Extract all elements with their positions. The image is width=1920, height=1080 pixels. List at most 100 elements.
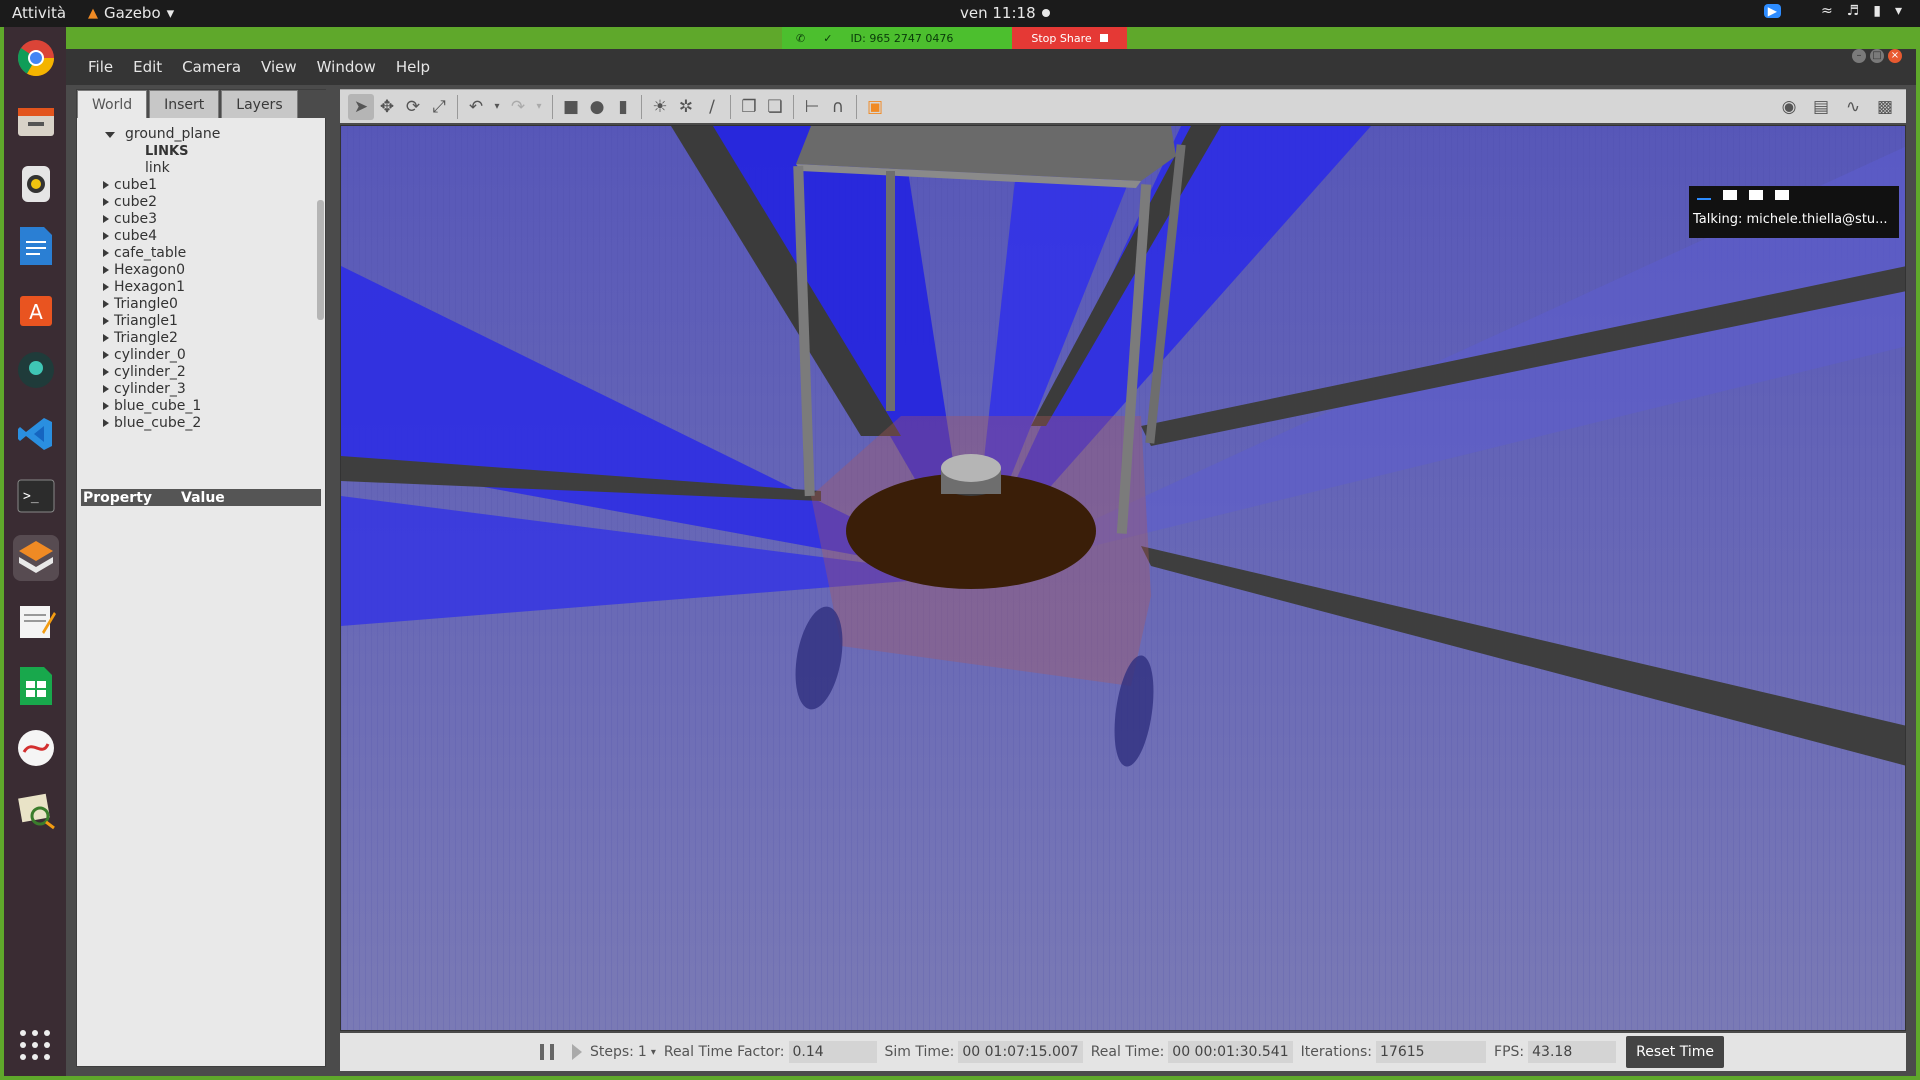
tree-item-model[interactable]: cube1 bbox=[77, 177, 317, 194]
activities-button[interactable]: Attività bbox=[12, 4, 66, 22]
tree-item-model[interactable]: cylinder_3 bbox=[77, 381, 317, 398]
align-icon[interactable]: ⊢ bbox=[799, 94, 825, 120]
panel-splitter[interactable] bbox=[332, 89, 338, 1067]
chrome-icon[interactable] bbox=[13, 35, 59, 81]
tree-item-model[interactable]: cafe_table bbox=[77, 245, 317, 262]
tab-insert[interactable]: Insert bbox=[149, 90, 220, 118]
writer-icon[interactable] bbox=[13, 223, 59, 269]
expand-arrow-icon[interactable] bbox=[103, 402, 109, 410]
text-editor-icon[interactable] bbox=[13, 599, 59, 645]
maximize-icon[interactable]: □ bbox=[1870, 49, 1884, 63]
expand-arrow-icon[interactable] bbox=[103, 351, 109, 359]
tree-item-model[interactable]: Hexagon1 bbox=[77, 279, 317, 296]
image-viewer-icon[interactable] bbox=[13, 787, 59, 833]
tree-item-model[interactable]: cube4 bbox=[77, 228, 317, 245]
stop-share-button[interactable]: Stop Share bbox=[1012, 27, 1127, 49]
menu-window[interactable]: Window bbox=[307, 58, 386, 76]
undo-history-chevron-icon[interactable]: ▾ bbox=[489, 94, 505, 120]
directional-light-icon[interactable]: ∕ bbox=[699, 94, 725, 120]
video-record-icon[interactable]: ▩ bbox=[1872, 94, 1898, 120]
expand-arrow-icon[interactable] bbox=[105, 132, 115, 138]
tree-item-model[interactable]: Triangle1 bbox=[77, 313, 317, 330]
expand-arrow-icon[interactable] bbox=[103, 215, 109, 223]
scene-viewport[interactable]: Talking: michele.thiella@stu... bbox=[340, 125, 1906, 1031]
expand-arrow-icon[interactable] bbox=[103, 385, 109, 393]
rotate-mode-icon[interactable]: ⟳ bbox=[400, 94, 426, 120]
undo-icon[interactable]: ↶ bbox=[463, 94, 489, 120]
tree-item-model[interactable]: Triangle2 bbox=[77, 330, 317, 347]
close-icon[interactable]: × bbox=[1888, 49, 1902, 63]
change-view-icon[interactable]: ▣ bbox=[862, 94, 888, 120]
steps-value[interactable]: 1 bbox=[638, 1044, 647, 1060]
gitkraken-icon[interactable] bbox=[13, 347, 59, 393]
clock[interactable]: ven 11:18 bbox=[960, 4, 1050, 22]
expand-arrow-icon[interactable] bbox=[103, 232, 109, 240]
tree-item-model[interactable]: blue_cube_1 bbox=[77, 398, 317, 415]
snap-icon[interactable]: ∩ bbox=[825, 94, 851, 120]
software-center-icon[interactable]: A bbox=[13, 285, 59, 331]
expand-arrow-icon[interactable] bbox=[103, 334, 109, 342]
expand-arrow-icon[interactable] bbox=[103, 181, 109, 189]
tree-scrollbar[interactable] bbox=[317, 200, 324, 320]
gazebo-dock-icon[interactable] bbox=[13, 535, 59, 581]
expand-arrow-icon[interactable] bbox=[103, 419, 109, 427]
minimize-view-icon[interactable] bbox=[1697, 190, 1711, 200]
screenshot-icon[interactable]: ◉ bbox=[1776, 94, 1802, 120]
expand-arrow-icon[interactable] bbox=[103, 249, 109, 257]
tree-item-model[interactable]: cylinder_2 bbox=[77, 364, 317, 381]
tree-item-model[interactable]: cube2 bbox=[77, 194, 317, 211]
tree-item-link[interactable]: link bbox=[77, 160, 317, 177]
tree-item-model[interactable]: Hexagon0 bbox=[77, 262, 317, 279]
point-light-icon[interactable]: ☀ bbox=[647, 94, 673, 120]
menu-edit[interactable]: Edit bbox=[123, 58, 172, 76]
plot-icon[interactable]: ∿ bbox=[1840, 94, 1866, 120]
reset-time-button[interactable]: Reset Time bbox=[1626, 1036, 1724, 1068]
log-icon[interactable]: ▤ bbox=[1808, 94, 1834, 120]
large-view-icon[interactable] bbox=[1749, 190, 1763, 200]
tab-layers[interactable]: Layers bbox=[221, 90, 298, 118]
calc-icon[interactable] bbox=[13, 663, 59, 709]
translate-mode-icon[interactable]: ✥ bbox=[374, 94, 400, 120]
show-applications-icon[interactable] bbox=[20, 1030, 52, 1062]
steps-chevron-icon[interactable]: ▾ bbox=[651, 1047, 656, 1058]
expand-arrow-icon[interactable] bbox=[103, 283, 109, 291]
box-shape-icon[interactable]: ■ bbox=[558, 94, 584, 120]
minimize-icon[interactable]: – bbox=[1852, 49, 1866, 63]
rhythmbox-icon[interactable] bbox=[13, 161, 59, 207]
tab-world[interactable]: World bbox=[77, 90, 148, 118]
spot-light-icon[interactable]: ✲ bbox=[673, 94, 699, 120]
tree-item-model[interactable]: cube3 bbox=[77, 211, 317, 228]
gallery-view-icon[interactable] bbox=[1775, 190, 1789, 200]
sphere-shape-icon[interactable]: ● bbox=[584, 94, 610, 120]
menu-file[interactable]: File bbox=[78, 58, 123, 76]
small-view-icon[interactable] bbox=[1723, 190, 1737, 200]
expand-arrow-icon[interactable] bbox=[103, 266, 109, 274]
tree-item-model[interactable]: blue_cube_2 bbox=[77, 415, 317, 432]
scale-mode-icon[interactable]: ⤢ bbox=[426, 94, 452, 120]
redo-icon[interactable]: ↷ bbox=[505, 94, 531, 120]
menu-help[interactable]: Help bbox=[386, 58, 440, 76]
vscode-icon[interactable] bbox=[13, 411, 59, 457]
menu-camera[interactable]: Camera bbox=[172, 58, 251, 76]
system-tray[interactable]: ▶ ≈ ♬ ▮ ▾ bbox=[1763, 3, 1902, 19]
copy-icon[interactable]: ❐ bbox=[736, 94, 762, 120]
expand-arrow-icon[interactable] bbox=[103, 300, 109, 308]
tree-item-model[interactable]: cylinder_0 bbox=[77, 347, 317, 364]
expand-arrow-icon[interactable] bbox=[103, 198, 109, 206]
zoom-talking-overlay[interactable]: Talking: michele.thiella@stu... bbox=[1689, 186, 1899, 238]
select-mode-icon[interactable]: ➤ bbox=[348, 93, 374, 120]
model-tree[interactable]: ground_plane LINKS link cube1 cube2 cube3 c… bbox=[77, 120, 317, 440]
paste-icon[interactable]: ❏ bbox=[762, 94, 788, 120]
expand-arrow-icon[interactable] bbox=[103, 317, 109, 325]
app-menu[interactable]: ▲ Gazebo ▾ bbox=[88, 4, 174, 22]
pdf-viewer-icon[interactable] bbox=[13, 725, 59, 771]
zoom-tray-icon[interactable]: ▶ bbox=[1763, 4, 1781, 18]
terminal-icon[interactable]: >_ bbox=[13, 473, 59, 519]
step-icon[interactable] bbox=[572, 1044, 582, 1060]
tree-item-ground-plane[interactable]: ground_plane bbox=[77, 126, 317, 143]
menu-view[interactable]: View bbox=[251, 58, 307, 76]
tree-item-model[interactable]: Triangle0 bbox=[77, 296, 317, 313]
pause-icon[interactable] bbox=[540, 1044, 554, 1060]
redo-history-chevron-icon[interactable]: ▾ bbox=[531, 94, 547, 120]
cylinder-shape-icon[interactable]: ▮ bbox=[610, 94, 636, 120]
